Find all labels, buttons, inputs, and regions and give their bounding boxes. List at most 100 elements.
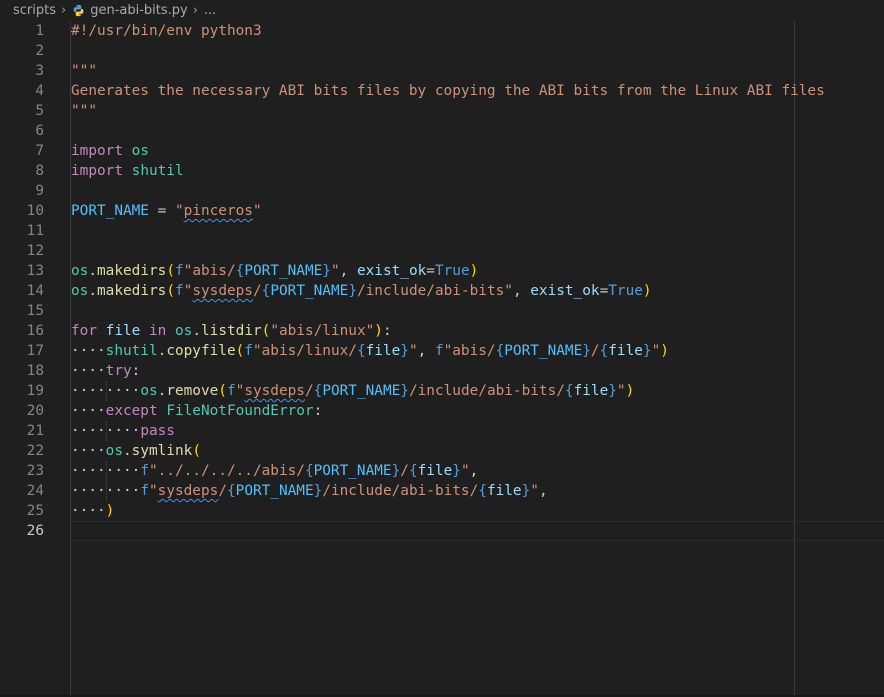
code-line[interactable]: """: [71, 61, 97, 81]
code-token: symlink: [131, 443, 193, 459]
code-token: makedirs: [97, 283, 167, 299]
code-token: "abis/: [183, 263, 236, 279]
code-token: .: [88, 263, 97, 279]
code-token: sysdeps: [244, 383, 305, 399]
code-token: ": [651, 343, 661, 359]
code-line[interactable]: ····shutil.copyfile(f"abis/linux/{file}"…: [71, 341, 669, 361]
code-token: }: [348, 283, 357, 299]
code-token: file: [105, 323, 141, 339]
code-line[interactable]: ····except FileNotFoundError:: [71, 401, 322, 421]
code-line[interactable]: os.makedirs(f"sysdeps/{PORT_NAME}/includ…: [71, 281, 652, 301]
code-token: os: [105, 443, 123, 459]
line-number: 23: [26, 463, 44, 479]
code-line[interactable]: ········f"sysdeps/{PORT_NAME}/include/ab…: [71, 481, 548, 501]
line-number: 2: [35, 43, 44, 59]
code-token: "abis/linux": [270, 323, 375, 339]
line-number: 4: [35, 83, 44, 99]
code-token: "abis/: [443, 343, 496, 359]
code-token: .: [88, 283, 97, 299]
code-token: }: [400, 383, 409, 399]
code-line[interactable]: ········f"../../../../abis/{PORT_NAME}/{…: [71, 461, 478, 481]
code-token: """: [71, 63, 97, 79]
code-token: }: [391, 463, 401, 479]
code-token: /: [400, 463, 409, 479]
code-line[interactable]: import os: [71, 141, 149, 161]
code-line[interactable]: """: [71, 101, 97, 121]
code-token: .: [122, 443, 132, 459]
code-line[interactable]: #!/usr/bin/env python3: [71, 21, 262, 41]
code-line[interactable]: os.makedirs(f"abis/{PORT_NAME}", exist_o…: [71, 261, 478, 281]
line-number: 9: [35, 183, 44, 199]
breadcrumb-folder[interactable]: scripts: [13, 3, 56, 18]
code-line[interactable]: PORT_NAME = "pinceros": [71, 201, 262, 221]
line-number: 18: [26, 363, 44, 379]
code-token: os: [175, 323, 193, 339]
code-token: PORT_NAME: [504, 343, 583, 359]
code-token: import: [71, 163, 123, 179]
code-token: sysdeps: [157, 483, 219, 499]
code-token: """: [71, 103, 97, 119]
code-token: ": [235, 383, 245, 399]
code-token: (: [192, 443, 201, 459]
code-token: (: [166, 283, 175, 299]
code-line[interactable]: ········pass: [71, 421, 175, 441]
code-token: file: [486, 483, 522, 499]
code-line[interactable]: import shutil: [71, 161, 184, 181]
code-token: os: [71, 283, 89, 299]
code-token: {: [495, 343, 505, 359]
line-number: 19: [26, 383, 44, 399]
code-token: /: [590, 343, 600, 359]
code-area[interactable]: #!/usr/bin/env python3 """ Generates the n…: [70, 21, 884, 695]
code-token: {: [226, 483, 236, 499]
code-token: }: [322, 263, 331, 279]
code-token: PORT_NAME: [313, 463, 392, 479]
code-token: }: [452, 463, 461, 479]
code-token: =: [426, 263, 435, 279]
code-token: file: [608, 343, 643, 359]
line-number: 17: [26, 343, 44, 359]
code-token: .: [192, 323, 201, 339]
code-token: {: [235, 263, 245, 279]
breadcrumb-symbol[interactable]: ...: [204, 3, 216, 18]
code-token: ": [460, 463, 470, 479]
code-token: {: [313, 383, 323, 399]
code-token: ): [105, 503, 115, 519]
code-editor[interactable]: 1 2 3 4 5 6 7 8 9 10 11 12 13 14 15 16 17 18 19 20 21 22 23 24 2…: [0, 21, 884, 695]
code-token: /: [304, 383, 314, 399]
code-token: {: [356, 343, 366, 359]
code-token: }: [521, 483, 531, 499]
code-token: /include/abi-bits": [356, 283, 513, 299]
code-line[interactable]: ········os.remove(f"sysdeps/{PORT_NAME}/…: [71, 381, 634, 401]
code-line[interactable]: ····): [71, 501, 114, 521]
line-number: 10: [26, 203, 44, 219]
code-line[interactable]: ····os.symlink(: [71, 441, 201, 461]
line-number: 26: [26, 523, 44, 539]
breadcrumb-file[interactable]: gen-abi-bits.py: [90, 3, 188, 18]
code-token: ): [625, 383, 635, 399]
line-number: 16: [26, 323, 44, 339]
code-token: True: [608, 283, 643, 299]
line-number: 21: [26, 423, 44, 439]
column-ruler: [794, 21, 795, 695]
code-token: }: [642, 343, 652, 359]
code-token: pass: [140, 423, 175, 439]
code-token: ": [148, 483, 158, 499]
code-token: os: [140, 383, 158, 399]
code-token: in: [149, 323, 167, 339]
whitespace-marker: ····: [71, 443, 106, 459]
code-token: =: [148, 203, 175, 219]
line-number: 1: [35, 23, 44, 39]
code-line[interactable]: Generates the necessary ABI bits files b…: [71, 81, 825, 101]
code-token: ,: [417, 343, 435, 359]
code-line[interactable]: ····try:: [71, 361, 140, 381]
code-token: os: [71, 263, 89, 279]
code-line[interactable]: for file in os.listdir("abis/linux"):: [71, 321, 392, 341]
code-token: =: [599, 283, 609, 299]
code-token: sysdeps: [192, 283, 253, 299]
code-token: "abis/linux/: [252, 343, 357, 359]
line-number: 3: [35, 63, 44, 79]
code-token: try: [105, 363, 132, 379]
